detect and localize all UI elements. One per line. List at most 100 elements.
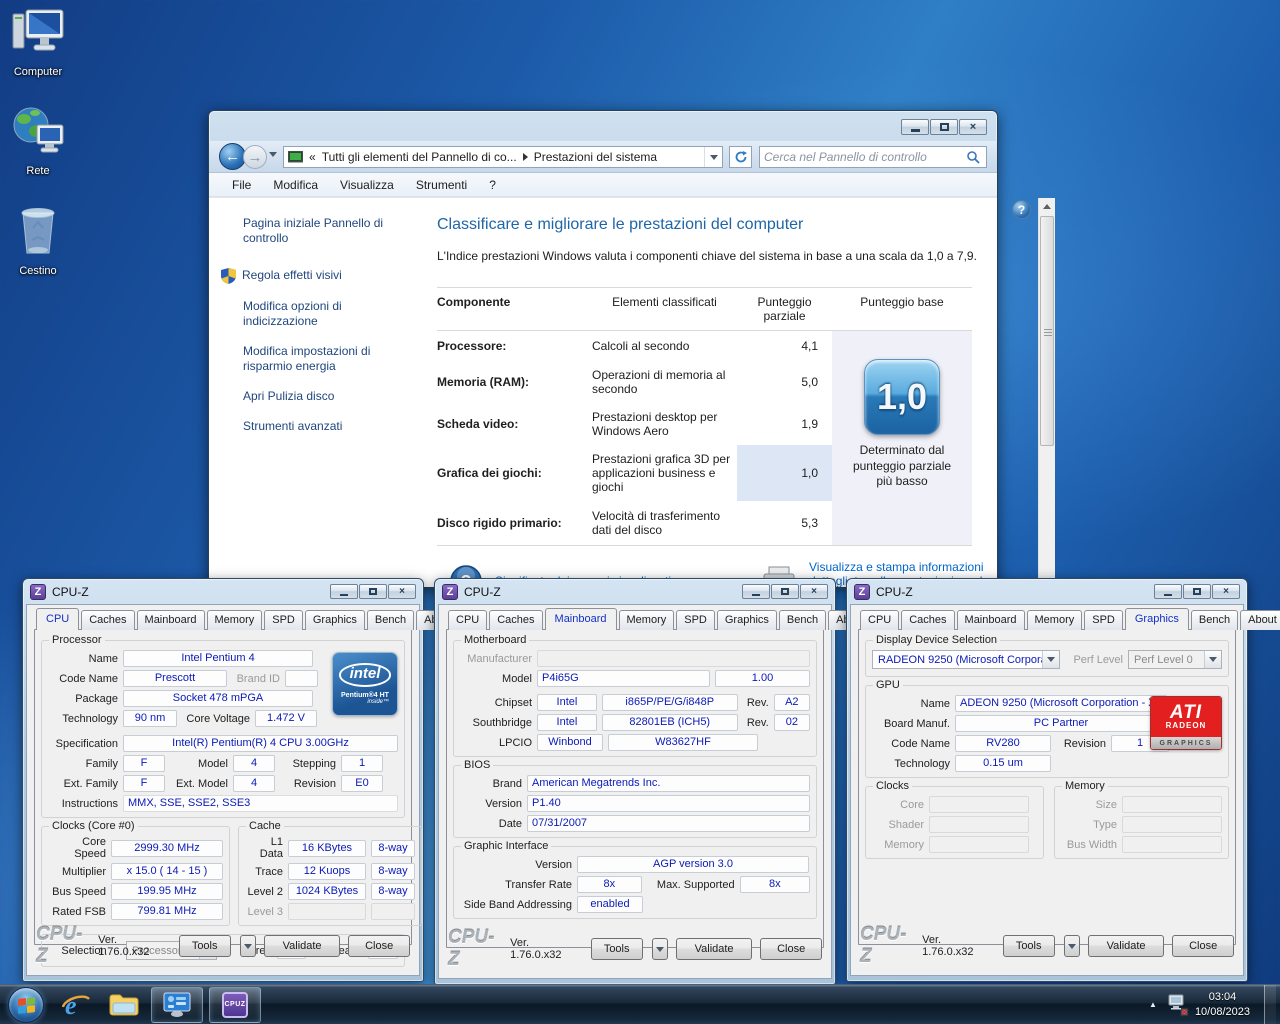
tab-mainboard[interactable]: Mainboard bbox=[544, 608, 617, 630]
desktop-icon-recycle-bin[interactable]: Cestino bbox=[0, 203, 76, 277]
sidebar-item-home[interactable]: Pagina iniziale Pannello di controllo bbox=[243, 216, 393, 246]
southbridge-rev-field: 02 bbox=[773, 714, 811, 731]
show-hidden-icons-button[interactable]: ▲ bbox=[1149, 1000, 1157, 1009]
breadcrumb-overflow-chevron[interactable]: « bbox=[309, 150, 316, 164]
maximize-button[interactable] bbox=[1183, 584, 1211, 599]
sidebar-item-advanced-tools[interactable]: Strumenti avanzati bbox=[243, 419, 393, 434]
tab-cpu[interactable]: CPU bbox=[448, 610, 488, 630]
tab-spd[interactable]: SPD bbox=[676, 610, 715, 630]
window-title: CPU-Z bbox=[876, 584, 913, 599]
scroll-thumb[interactable] bbox=[1040, 216, 1054, 446]
breadcrumb-dropdown-button[interactable] bbox=[704, 147, 722, 167]
search-box[interactable] bbox=[759, 146, 987, 168]
title-bar[interactable]: Z CPU-Z × bbox=[850, 579, 1244, 604]
start-button[interactable] bbox=[8, 986, 44, 1023]
taskbar-cpuz-button[interactable]: CPUZ bbox=[209, 986, 261, 1023]
tools-button[interactable]: Tools bbox=[590, 938, 643, 960]
title-bar[interactable]: × bbox=[209, 111, 997, 141]
menu-strumenti[interactable]: Strumenti bbox=[407, 176, 476, 194]
close-button[interactable]: × bbox=[959, 119, 987, 135]
model-revision-field: 1.00 bbox=[715, 670, 810, 687]
tab-graphics[interactable]: Graphics bbox=[716, 610, 777, 630]
tab-spd[interactable]: SPD bbox=[1084, 610, 1123, 630]
row-element: Operazioni di memoria al secondo bbox=[592, 368, 726, 396]
close-button[interactable]: Close bbox=[348, 935, 410, 957]
display-device-dropdown[interactable]: RADEON 9250 (Microsoft Corporation bbox=[872, 650, 1060, 669]
close-button[interactable]: Close bbox=[760, 938, 822, 960]
cpuz-window-mainboard: Z CPU-Z × CPU Caches Mainboard Memory SP… bbox=[434, 578, 873, 985]
tab-memory[interactable]: Memory bbox=[206, 610, 263, 630]
sidebar-item-indexing[interactable]: Modifica opzioni di indicizzazione bbox=[243, 299, 393, 329]
minimize-button[interactable] bbox=[1154, 584, 1182, 599]
search-icon[interactable] bbox=[966, 150, 981, 165]
breadcrumb[interactable]: « Tutti gli elementi del Pannello di co.… bbox=[283, 146, 723, 168]
tab-spd[interactable]: SPD bbox=[264, 610, 303, 630]
network-status-icon[interactable]: × bbox=[1167, 994, 1188, 1019]
desktop-icon-computer[interactable]: Computer bbox=[0, 8, 76, 78]
tab-bench[interactable]: Bench bbox=[1190, 610, 1239, 630]
tab-memory[interactable]: Memory bbox=[1026, 610, 1083, 630]
help-button[interactable]: ? bbox=[1012, 200, 1031, 219]
tab-bench[interactable]: Bench bbox=[366, 610, 415, 630]
multiplier-field: x 15.0 ( 14 - 15 ) bbox=[111, 863, 223, 880]
menu-visualizza[interactable]: Visualizza bbox=[331, 176, 403, 194]
validate-button[interactable]: Validate bbox=[1087, 935, 1165, 957]
tools-dropdown-button[interactable] bbox=[1063, 935, 1080, 957]
sidebar-item-visual-effects[interactable]: Regola effetti visivi bbox=[221, 268, 393, 284]
tools-button[interactable]: Tools bbox=[178, 935, 231, 957]
tab-graphics[interactable]: Graphics bbox=[304, 610, 365, 630]
close-button[interactable]: × bbox=[800, 584, 828, 599]
sidebar-item-disk-cleanup[interactable]: Apri Pulizia disco bbox=[243, 389, 393, 404]
maximize-button[interactable] bbox=[359, 584, 387, 599]
tab-memory[interactable]: Memory bbox=[618, 610, 675, 630]
taskbar-clock[interactable]: 03:04 10/08/2023 bbox=[1195, 990, 1254, 1020]
tab-cpu[interactable]: CPU bbox=[860, 610, 900, 630]
tools-dropdown-button[interactable] bbox=[651, 938, 668, 960]
maximize-button[interactable] bbox=[930, 119, 958, 135]
perf-level-dropdown[interactable]: Perf Level 0 bbox=[1128, 650, 1222, 669]
breadcrumb-item-performance[interactable]: Prestazioni del sistema bbox=[534, 150, 657, 164]
show-desktop-button[interactable] bbox=[1264, 984, 1276, 1024]
tab-mainboard[interactable]: Mainboard bbox=[956, 610, 1025, 630]
taskbar-explorer-button[interactable] bbox=[102, 987, 146, 1023]
close-button[interactable]: × bbox=[388, 584, 416, 599]
title-bar[interactable]: Z CPU-Z × bbox=[26, 579, 420, 604]
close-button[interactable]: Close bbox=[1172, 935, 1234, 957]
minimize-button[interactable] bbox=[901, 119, 929, 135]
desktop-icon-network[interactable]: Rete bbox=[0, 105, 76, 177]
search-input[interactable] bbox=[760, 150, 966, 164]
title-bar[interactable]: Z CPU-Z × bbox=[438, 579, 832, 604]
scroll-up-button[interactable] bbox=[1039, 198, 1055, 215]
tab-caches[interactable]: Caches bbox=[489, 610, 543, 630]
tab-cpu[interactable]: CPU bbox=[36, 608, 80, 630]
scrollbar[interactable] bbox=[1038, 198, 1055, 587]
breadcrumb-item-all-panel[interactable]: Tutti gli elementi del Pannello di co... bbox=[322, 150, 517, 164]
tab-caches[interactable]: Caches bbox=[901, 610, 955, 630]
tools-button[interactable]: Tools bbox=[1002, 935, 1055, 957]
minimize-button[interactable] bbox=[742, 584, 770, 599]
tab-graphics[interactable]: Graphics bbox=[1124, 608, 1189, 630]
footer: CPU-Z Ver. 1.76.0.x32 Tools Validate Clo… bbox=[860, 924, 1234, 968]
close-button[interactable]: × bbox=[1212, 584, 1240, 599]
validate-button[interactable]: Validate bbox=[675, 938, 753, 960]
row-score: 4,1 bbox=[801, 339, 818, 353]
refresh-button[interactable] bbox=[729, 146, 752, 168]
menu-modifica[interactable]: Modifica bbox=[264, 176, 327, 194]
tab-caches[interactable]: Caches bbox=[81, 610, 135, 630]
recent-pages-dropdown-icon[interactable] bbox=[269, 152, 277, 157]
taskbar-ie-button[interactable]: e bbox=[54, 987, 98, 1023]
back-button[interactable]: ← bbox=[219, 143, 246, 170]
tab-bench[interactable]: Bench bbox=[778, 610, 827, 630]
main-content: ? Classificare e migliorare le prestazio… bbox=[421, 198, 1055, 602]
menu-help[interactable]: ? bbox=[480, 176, 505, 194]
forward-button[interactable]: → bbox=[243, 145, 267, 169]
tools-dropdown-button[interactable] bbox=[239, 935, 256, 957]
sidebar-item-power[interactable]: Modifica impostazioni di risparmio energ… bbox=[243, 344, 393, 374]
tab-mainboard[interactable]: Mainboard bbox=[136, 610, 205, 630]
taskbar-performance-window-button[interactable] bbox=[151, 986, 203, 1023]
tab-about[interactable]: About bbox=[1240, 610, 1280, 630]
validate-button[interactable]: Validate bbox=[263, 935, 341, 957]
minimize-button[interactable] bbox=[330, 584, 358, 599]
menu-file[interactable]: File bbox=[223, 176, 260, 194]
maximize-button[interactable] bbox=[771, 584, 799, 599]
